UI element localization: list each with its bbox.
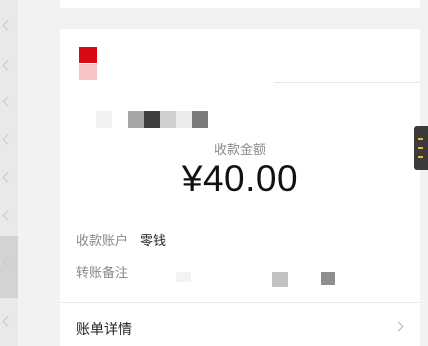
section-divider: [60, 302, 420, 303]
tool-tick-icon: [418, 138, 423, 140]
amount-value: ¥40.00: [181, 158, 299, 199]
previous-card-edge: [60, 0, 420, 8]
header-divider: [274, 82, 420, 83]
collapse-mark-icon: [2, 96, 13, 107]
bill-details-link[interactable]: 账单详情: [76, 319, 132, 339]
collapse-mark-icon: [2, 20, 13, 31]
payment-receipt-card: 收款金额 ¥40.00 收款账户 零钱 转账备注 账单详情: [60, 29, 420, 346]
collapse-mark-icon: [2, 172, 13, 183]
collapse-mark-icon: [2, 316, 13, 327]
account-label: 收款账户: [76, 233, 129, 248]
chevron-right-icon[interactable]: [393, 321, 404, 332]
amount-label: 收款金额: [213, 142, 266, 157]
merchant-logo-icon: [79, 47, 97, 81]
selected-list-item[interactable]: [0, 236, 18, 298]
blurred-remark: [321, 272, 335, 285]
left-panel-strip: [0, 0, 18, 346]
collapse-mark-icon: [2, 134, 13, 145]
blurred-remark: [272, 272, 288, 287]
tool-tick-icon: [418, 147, 423, 149]
side-floating-tool[interactable]: [414, 126, 428, 170]
remark-label: 转账备注: [76, 265, 129, 280]
collapse-mark-icon: [2, 210, 13, 221]
account-value: 零钱: [140, 233, 167, 248]
tool-tick-icon: [418, 156, 423, 158]
collapse-mark-icon: [2, 60, 13, 71]
blurred-remark: [176, 272, 191, 282]
